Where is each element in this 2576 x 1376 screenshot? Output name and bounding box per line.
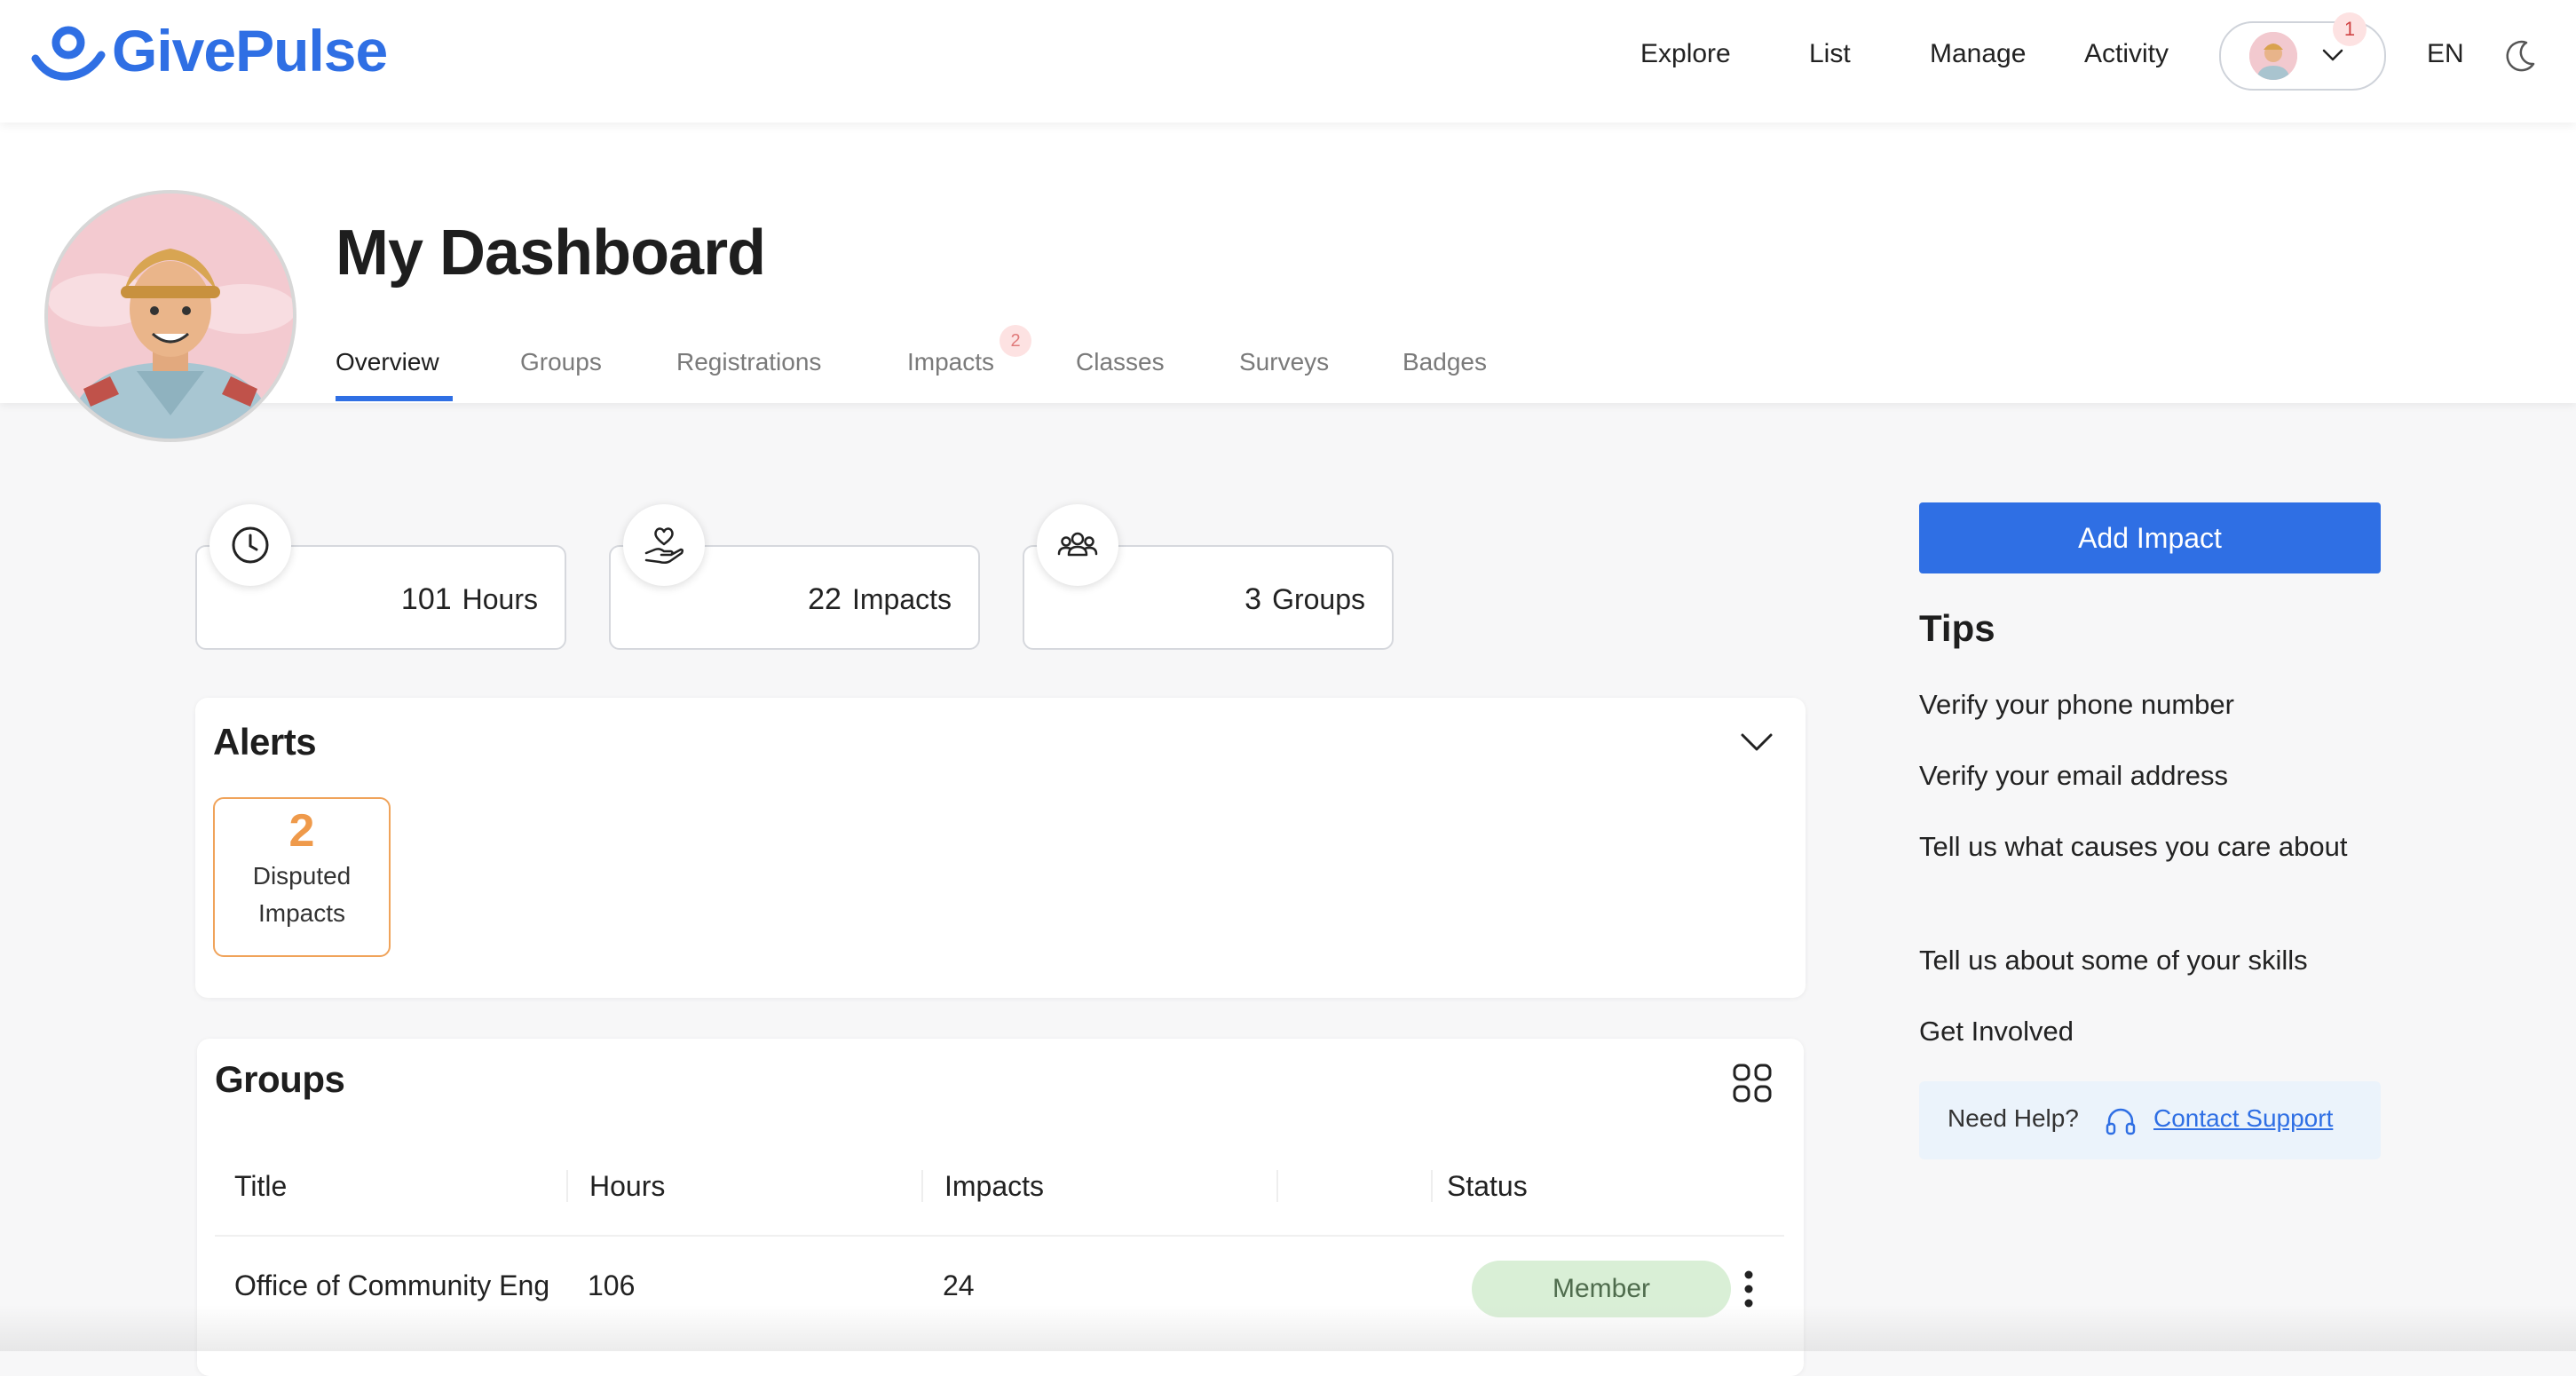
table-divider [215, 1235, 1784, 1237]
top-navigation-bar: GivePulse Explore List Manage Activity 1… [0, 0, 2576, 123]
bottom-scroll-shadow [0, 1305, 2576, 1351]
chevron-down-icon [2322, 49, 2343, 61]
more-options-icon[interactable] [1736, 1268, 1761, 1310]
nav-explore[interactable]: Explore [1640, 39, 1731, 69]
column-header-hours[interactable]: Hours [589, 1170, 665, 1203]
group-row-title[interactable]: Office of Community Eng [234, 1269, 573, 1302]
tip-verify-email[interactable]: Verify your email address [1919, 755, 2381, 797]
page-title: My Dashboard [336, 217, 766, 289]
disputed-impacts-alert-card[interactable]: 2 Disputed Impacts [213, 797, 391, 957]
stat-hours-label: Hours [462, 583, 538, 615]
tip-verify-phone[interactable]: Verify your phone number [1919, 684, 2381, 726]
nav-manage[interactable]: Manage [1930, 39, 2026, 69]
profile-avatar[interactable] [44, 190, 296, 442]
column-divider [1431, 1170, 1433, 1202]
headset-icon [2106, 1108, 2136, 1135]
stat-hours-value: 101 [400, 582, 452, 616]
stat-groups-label: Groups [1272, 583, 1365, 615]
dark-mode-moon-icon[interactable] [2501, 37, 2539, 75]
column-divider [1276, 1170, 1278, 1202]
need-help-text: Need Help? [1948, 1104, 2079, 1132]
tab-classes[interactable]: Classes [1076, 348, 1165, 376]
tab-overview[interactable]: Overview [336, 348, 439, 376]
help-box: Need Help? Contact Support [1919, 1081, 2381, 1159]
column-header-title[interactable]: Title [234, 1170, 287, 1203]
disputed-impacts-label-line2: Impacts [257, 899, 346, 927]
tip-get-involved[interactable]: Get Involved [1919, 1010, 2381, 1053]
disputed-impacts-label-line1: Disputed [252, 862, 352, 890]
tips-title: Tips [1919, 607, 1995, 649]
grid-view-icon[interactable] [1731, 1062, 1774, 1104]
tab-impacts[interactable]: Impacts [907, 348, 994, 376]
group-row-hours: 106 [588, 1269, 636, 1301]
tab-badges[interactable]: Badges [1403, 348, 1487, 376]
impacts-tab-badge: 2 [1000, 325, 1031, 357]
tip-causes[interactable]: Tell us what causes you care about [1919, 826, 2363, 868]
contact-support-link[interactable]: Contact Support [2153, 1104, 2333, 1133]
tip-skills[interactable]: Tell us about some of your skills [1919, 939, 2381, 982]
chevron-down-icon[interactable] [1738, 726, 1775, 758]
group-row-impacts: 24 [943, 1269, 975, 1301]
tab-groups[interactable]: Groups [520, 348, 602, 376]
heart-hand-icon [623, 504, 705, 586]
tab-surveys[interactable]: Surveys [1239, 348, 1329, 376]
alerts-panel [195, 698, 1806, 998]
givepulse-logo-icon [31, 26, 106, 81]
notification-badge: 1 [2333, 12, 2367, 46]
column-divider [921, 1170, 923, 1202]
nav-list[interactable]: List [1809, 39, 1851, 69]
language-selector[interactable]: EN [2427, 39, 2464, 69]
active-tab-indicator [336, 396, 453, 401]
user-avatar-small [2249, 32, 2297, 80]
column-divider [566, 1170, 568, 1202]
stat-groups-value: 3 [1245, 582, 1262, 616]
column-header-status[interactable]: Status [1447, 1170, 1528, 1203]
givepulse-logo[interactable]: GivePulse [30, 18, 388, 83]
clock-icon [209, 504, 291, 586]
stat-impacts-value: 22 [808, 582, 842, 616]
nav-activity[interactable]: Activity [2084, 39, 2169, 69]
column-header-impacts[interactable]: Impacts [944, 1170, 1044, 1203]
people-icon [1037, 504, 1118, 586]
stat-impacts-label: Impacts [851, 583, 952, 615]
tab-registrations[interactable]: Registrations [676, 348, 821, 376]
brand-name: GivePulse [112, 18, 388, 83]
alerts-title: Alerts [213, 721, 317, 763]
add-impact-button[interactable]: Add Impact [1919, 502, 2381, 573]
disputed-impacts-count: 2 [288, 805, 315, 857]
groups-title: Groups [215, 1058, 345, 1100]
